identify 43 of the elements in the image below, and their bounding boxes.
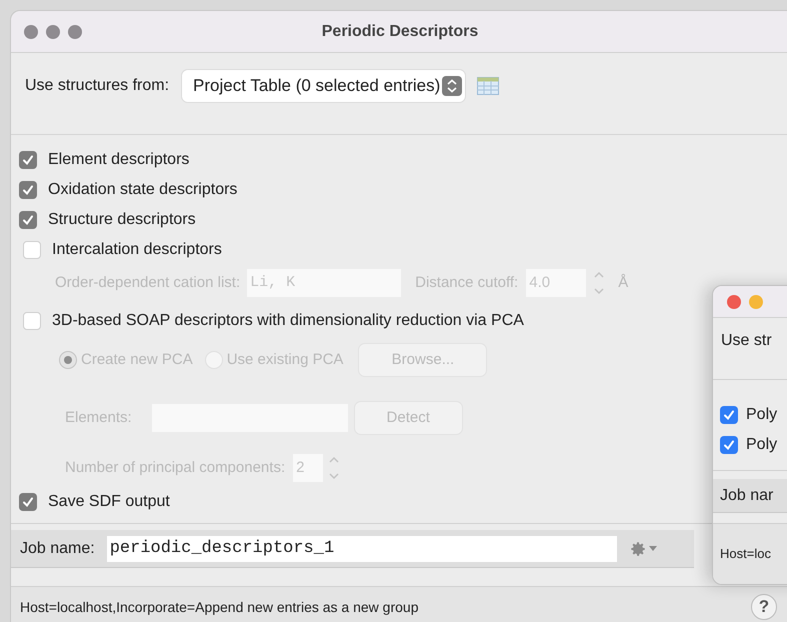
checkbox[interactable] xyxy=(720,436,738,454)
status-text: Host=loc xyxy=(720,545,771,564)
check-icon xyxy=(723,409,735,421)
window-control-icon[interactable] xyxy=(46,24,60,38)
window-control-icon[interactable] xyxy=(68,24,82,38)
checkbox[interactable] xyxy=(19,493,37,511)
source-label: Use str xyxy=(721,331,773,351)
checkbox-label: Poly xyxy=(746,405,778,425)
settings-icon[interactable] xyxy=(628,540,657,558)
checkbox[interactable] xyxy=(19,211,37,229)
checkbox[interactable] xyxy=(720,406,738,424)
browse-button[interactable]: Browse... xyxy=(359,344,486,376)
checkbox-label: Poly xyxy=(746,435,778,455)
status-text: Host=localhost,Incorporate=Append new entries as a new group xyxy=(20,598,420,617)
checkbox-label: Structure descriptors xyxy=(48,210,196,230)
window-title: Periodic Descriptors xyxy=(322,22,478,42)
table-icon[interactable] xyxy=(477,77,500,95)
checkbox-label: Save SDF output xyxy=(48,492,170,512)
window-control-icon[interactable] xyxy=(24,24,38,38)
radio-button[interactable] xyxy=(59,351,77,369)
source-dropdown[interactable]: Project Table (0 selected entries) xyxy=(182,70,466,102)
job-name-field[interactable]: periodic_descriptors_1 xyxy=(106,536,617,562)
job-name-label: Job nar xyxy=(720,486,774,506)
checkbox-label: Oxidation state descriptors xyxy=(48,180,238,200)
checkbox-label: Intercalation descriptors xyxy=(52,240,222,260)
check-icon xyxy=(22,214,34,226)
minimize-icon[interactable] xyxy=(749,294,763,308)
updown-icon xyxy=(442,76,462,96)
detect-button[interactable]: Detect xyxy=(354,402,462,434)
help-button[interactable]: ? xyxy=(751,594,777,620)
checkbox[interactable] xyxy=(23,241,41,259)
check-icon xyxy=(22,154,34,166)
check-icon xyxy=(723,439,735,451)
checkbox[interactable] xyxy=(19,151,37,169)
checkbox[interactable] xyxy=(23,312,41,330)
job-name-label: Job name: xyxy=(20,538,95,558)
check-icon xyxy=(22,496,34,508)
close-icon[interactable] xyxy=(727,294,741,308)
check-icon xyxy=(22,184,34,196)
checkbox-label: Element descriptors xyxy=(48,150,190,170)
checkbox-label: 3D-based SOAP descriptors with dimensionality reduction via PCA xyxy=(52,311,524,331)
source-label: Use structures from: xyxy=(25,76,170,96)
checkbox[interactable] xyxy=(19,181,37,199)
